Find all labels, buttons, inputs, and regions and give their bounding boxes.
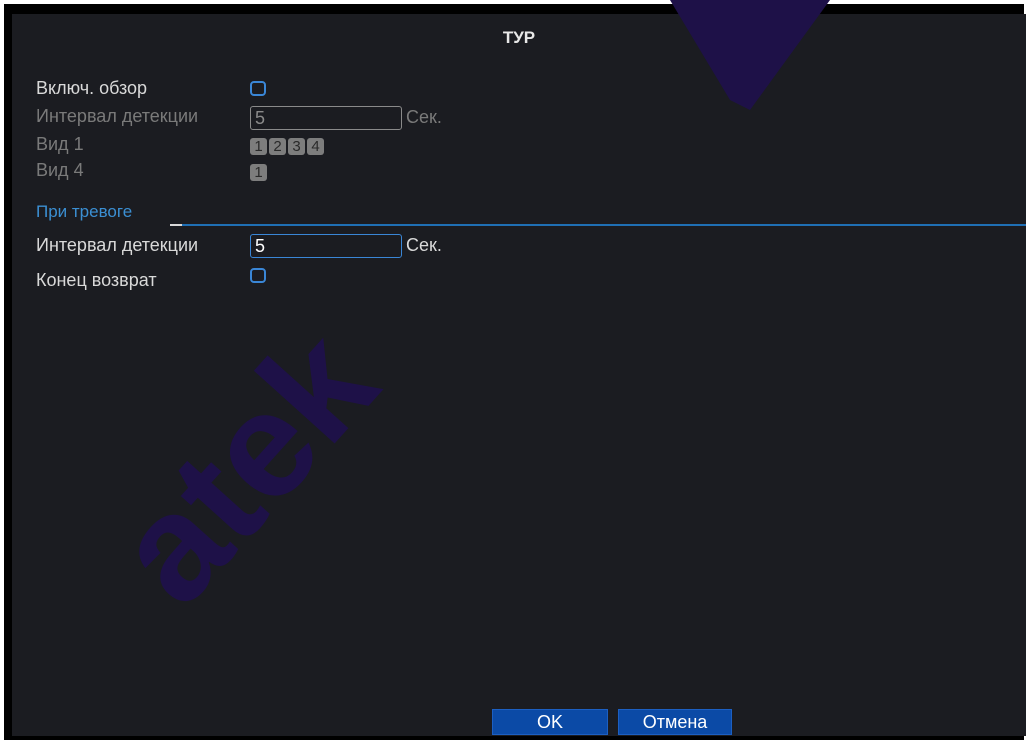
enable-tour-label: Включ. обзор [36, 78, 148, 98]
view4-label: Вид 4 [36, 160, 84, 180]
alarm-section-title: При тревоге [36, 202, 133, 221]
alarm-interval-label: Интервал детекции [36, 235, 199, 255]
ok-button[interactable]: OK [492, 709, 608, 735]
tour-dialog: ТУР Включ. обзор Интервал детекции 5 Сек… [12, 14, 1026, 736]
tour-interval-unit: Сек. [406, 107, 442, 127]
screen-frame: ТУР Включ. обзор Интервал детекции 5 Сек… [4, 4, 1026, 740]
view1-channel-4[interactable]: 4 [307, 138, 324, 155]
tour-interval-input[interactable]: 5 [250, 106, 402, 130]
view1-channel-3[interactable]: 3 [288, 138, 305, 155]
section-divider-lead [170, 224, 182, 226]
alarm-interval-unit: Сек. [406, 235, 442, 255]
end-return-checkbox[interactable] [250, 268, 266, 283]
view4-channel-1[interactable]: 1 [250, 164, 267, 181]
alarm-interval-input[interactable]: 5 [250, 234, 402, 258]
view1-channel-1[interactable]: 1 [250, 138, 267, 155]
end-return-label: Конец возврат [36, 270, 157, 290]
view1-channel-2[interactable]: 2 [269, 138, 286, 155]
dialog-title: ТУР [502, 28, 536, 47]
tour-interval-label: Интервал детекции [36, 106, 199, 126]
view1-label: Вид 1 [36, 134, 84, 154]
section-divider [182, 224, 1026, 226]
cancel-button[interactable]: Отмена [618, 709, 732, 735]
enable-tour-checkbox[interactable] [250, 81, 266, 96]
